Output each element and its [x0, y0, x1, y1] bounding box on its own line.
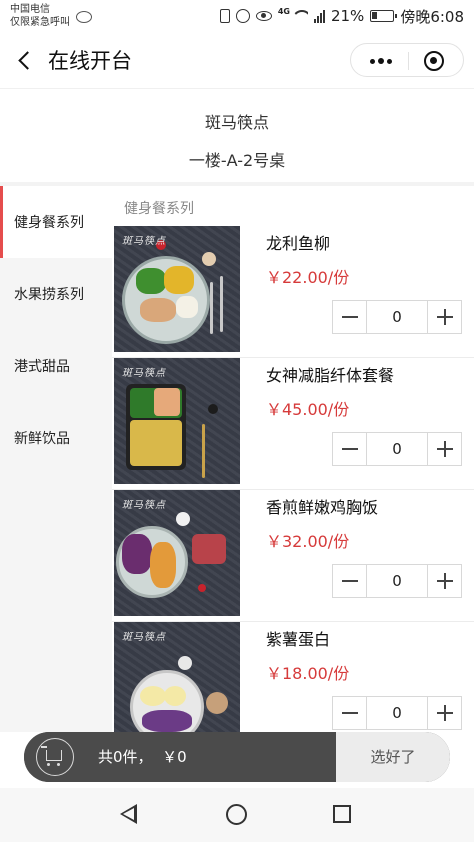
- dish-price: ￥32.00/份: [266, 532, 350, 551]
- close-miniapp-button[interactable]: [424, 51, 444, 71]
- quantity-value[interactable]: 0: [367, 433, 427, 465]
- system-nav-bar: [0, 788, 474, 842]
- cart-summary: 共0件， ￥0: [98, 748, 187, 766]
- wifi-icon: [292, 10, 308, 22]
- wechat-icon: [76, 11, 92, 23]
- decrease-button[interactable]: [333, 301, 367, 333]
- decrease-button[interactable]: [333, 565, 367, 597]
- table-number: 一楼-A-2号桌: [188, 151, 286, 170]
- shop-name: 斑马筷点: [204, 113, 269, 132]
- photo-brand-text: 斑马筷点: [122, 236, 166, 247]
- dish-photo[interactable]: 斑马筷点: [114, 622, 240, 732]
- increase-button[interactable]: [427, 565, 461, 597]
- decrease-button[interactable]: [333, 433, 367, 465]
- sidebar-item-label: 港式甜品: [14, 359, 70, 375]
- dish-list[interactable]: 健身餐系列 斑马筷点 龙利鱼柳 ￥22.00/份 0 斑马筷点 女神减脂纤体套餐…: [112, 186, 474, 732]
- quantity-stepper: 0: [332, 564, 462, 598]
- dish-price: ￥45.00/份: [266, 400, 350, 419]
- more-options-button[interactable]: [359, 48, 403, 74]
- navbar: 在线开台: [0, 34, 474, 88]
- photo-brand-text: 斑马筷点: [122, 500, 166, 511]
- checkout-button[interactable]: 选好了: [336, 732, 450, 782]
- dish-item: 斑马筷点 龙利鱼柳 ￥22.00/份 0: [112, 226, 474, 358]
- photo-brand-text: 斑马筷点: [122, 632, 166, 643]
- dish-name: 龙利鱼柳: [266, 234, 331, 253]
- system-home-icon[interactable]: [226, 804, 247, 825]
- sidebar-item-label: 水果捞系列: [14, 287, 84, 303]
- dish-price: ￥22.00/份: [266, 268, 350, 287]
- category-sidebar: 健身餐系列 水果捞系列 港式甜品 新鲜饮品: [0, 186, 112, 732]
- sidebar-item-hk-desserts[interactable]: 港式甜品: [0, 330, 112, 402]
- dish-name: 紫薯蛋白: [266, 630, 331, 649]
- quantity-stepper: 0: [332, 432, 462, 466]
- quantity-stepper: 0: [332, 300, 462, 334]
- clock: 傍晚6:08: [400, 7, 464, 26]
- carrier-status: 仅限紧急呼叫: [10, 17, 70, 28]
- status-icons: 4G 21% 傍晚6:08: [219, 6, 464, 26]
- decrease-button[interactable]: [333, 697, 367, 729]
- system-back-icon[interactable]: [120, 804, 137, 824]
- carrier-name: 中国电信: [10, 4, 50, 15]
- quantity-value[interactable]: 0: [367, 565, 427, 597]
- increase-button[interactable]: [427, 301, 461, 333]
- signal-icon: [313, 9, 325, 23]
- increase-button[interactable]: [427, 433, 461, 465]
- dish-name: 女神减脂纤体套餐: [266, 366, 395, 385]
- capsule-divider: [408, 52, 409, 70]
- sidebar-item-fruit-bowls[interactable]: 水果捞系列: [0, 258, 112, 330]
- carrier-info: 中国电信 仅限紧急呼叫: [10, 3, 70, 29]
- cart-bar: 共0件， ￥0 选好了: [24, 732, 450, 782]
- sidebar-item-label: 新鲜饮品: [14, 431, 70, 447]
- dish-price: ￥18.00/份: [266, 664, 350, 683]
- system-recents-icon[interactable]: [333, 805, 351, 823]
- dish-photo[interactable]: 斑马筷点: [114, 226, 240, 352]
- eye-comfort-icon: [255, 11, 272, 21]
- sidebar-item-fitness-meals[interactable]: 健身餐系列: [0, 186, 112, 258]
- sidebar-item-fresh-drinks[interactable]: 新鲜饮品: [0, 402, 112, 474]
- quantity-value[interactable]: 0: [367, 301, 427, 333]
- page-title: 在线开台: [48, 49, 132, 73]
- cart-button[interactable]: [36, 738, 74, 776]
- alarm-icon: [235, 9, 250, 23]
- section-title: 健身餐系列: [124, 201, 194, 217]
- increase-button[interactable]: [427, 697, 461, 729]
- dish-item: 斑马筷点 女神减脂纤体套餐 ￥45.00/份 0: [112, 358, 474, 490]
- battery-icon: [370, 10, 398, 22]
- back-button[interactable]: [12, 47, 40, 75]
- vibrate-icon: [219, 9, 230, 23]
- dish-photo[interactable]: 斑马筷点: [114, 358, 240, 484]
- photo-brand-text: 斑马筷点: [122, 368, 166, 379]
- quantity-stepper: 0: [332, 696, 462, 730]
- shopping-cart-icon: [41, 746, 62, 766]
- network-type: 4G: [277, 7, 290, 16]
- sidebar-item-label: 健身餐系列: [14, 215, 84, 231]
- dish-name: 香煎鲜嫩鸡胸饭: [266, 498, 379, 517]
- dish-item: 斑马筷点 紫薯蛋白 ￥18.00/份 0: [112, 622, 474, 732]
- quantity-value[interactable]: 0: [367, 697, 427, 729]
- battery-percent: 21%: [330, 7, 365, 25]
- dish-item: 斑马筷点 香煎鲜嫩鸡胸饭 ￥32.00/份 0: [112, 490, 474, 622]
- miniapp-capsule: [350, 43, 464, 77]
- cart-summary-area[interactable]: 共0件， ￥0: [24, 732, 336, 782]
- shop-header: 斑马筷点 一楼-A-2号桌: [0, 88, 474, 182]
- dish-photo[interactable]: 斑马筷点: [114, 490, 240, 616]
- status-bar: 中国电信 仅限紧急呼叫 4G 21% 傍晚6:08: [0, 0, 474, 34]
